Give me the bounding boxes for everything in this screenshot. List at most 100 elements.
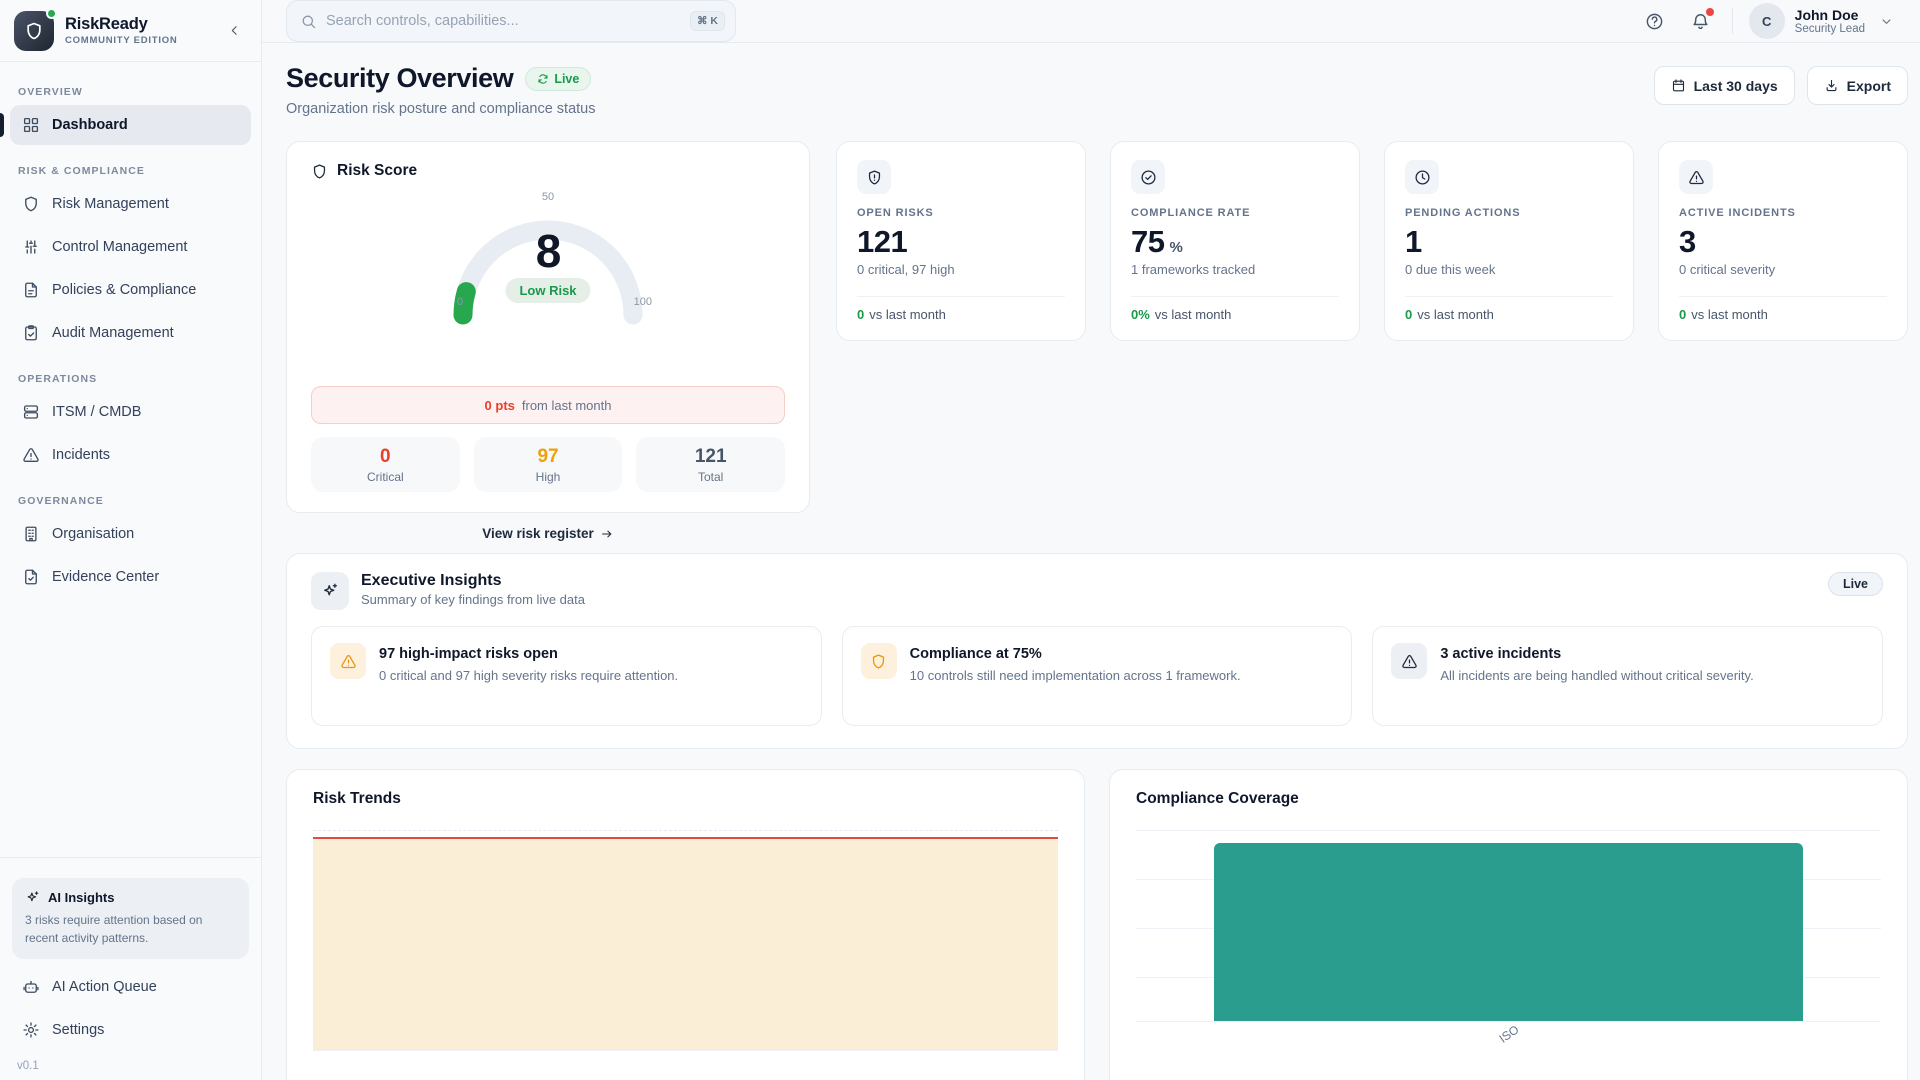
sidebar-item-control-management[interactable]: Control Management	[10, 227, 251, 267]
kpi-active-incidents[interactable]: ACTIVE INCIDENTS 3 0 critical severity 0…	[1658, 141, 1908, 341]
compliance-coverage-title: Compliance Coverage	[1136, 790, 1881, 808]
kpi-delta: 0	[1679, 307, 1686, 322]
stat-label: High	[474, 470, 623, 484]
nav-section-risk-compliance: RISK & COMPLIANCE	[18, 165, 243, 177]
insight-body: 0 critical and 97 high severity risks re…	[379, 667, 678, 685]
kpi-label: COMPLIANCE RATE	[1131, 207, 1339, 219]
insight-title: 3 active incidents	[1440, 643, 1753, 662]
sidebar-item-label: AI Action Queue	[52, 979, 157, 995]
app-version: v0.1	[17, 1060, 261, 1072]
kpi-delta-suffix: vs last month	[1691, 307, 1768, 322]
kpi-delta-suffix: vs last month	[1417, 307, 1494, 322]
stat-critical[interactable]: 0 Critical	[311, 437, 460, 492]
risk-score-column: Risk Score 50 0 100 8 Low Risk	[286, 141, 810, 541]
sidebar-item-audit-management[interactable]: Audit Management	[10, 313, 251, 353]
date-range-button[interactable]: Last 30 days	[1654, 66, 1795, 105]
stat-total[interactable]: 121 Total	[636, 437, 785, 492]
risk-score-header: Risk Score	[311, 162, 785, 180]
app-logo	[14, 11, 54, 51]
alert-triangle-icon	[330, 643, 366, 679]
grid-icon	[22, 116, 40, 134]
insight-high-impact-risks[interactable]: 97 high-impact risks open 0 critical and…	[311, 626, 822, 726]
sidebar-item-label: Risk Management	[52, 196, 169, 212]
circle-check-icon	[1131, 160, 1165, 194]
kpi-footer: 0 vs last month	[857, 296, 1065, 322]
building-icon	[22, 525, 40, 543]
ai-insights-body: 3 risks require attention based on recen…	[25, 912, 236, 947]
search-box[interactable]: ⌘ K	[286, 0, 736, 42]
kpi-unit: %	[1169, 239, 1182, 256]
sidebar-item-evidence-center[interactable]: Evidence Center	[10, 557, 251, 597]
export-button[interactable]: Export	[1807, 66, 1908, 105]
shield-icon	[861, 643, 897, 679]
insight-text: Compliance at 75% 10 controls still need…	[910, 643, 1241, 709]
sidebar-item-organisation[interactable]: Organisation	[10, 514, 251, 554]
stat-high[interactable]: 97 High	[474, 437, 623, 492]
kpi-delta: 0	[857, 307, 864, 322]
compliance-bar-iso[interactable]	[1214, 843, 1803, 1021]
insight-title: Compliance at 75%	[910, 643, 1241, 662]
calendar-icon	[1671, 78, 1686, 93]
kpi-open-risks[interactable]: OPEN RISKS 121 0 critical, 97 high 0vs l…	[836, 141, 1086, 341]
kpi-footer: 0 vs last month	[1679, 296, 1887, 322]
help-circle-icon	[1645, 12, 1664, 31]
sidebar-item-label: Dashboard	[52, 117, 128, 133]
risk-trends-card: Risk Trends	[286, 769, 1085, 1080]
user-name: John Doe	[1795, 7, 1865, 24]
kpi-value: 1	[1405, 224, 1422, 260]
chevron-down-icon	[1879, 14, 1894, 29]
kpi-pending-actions[interactable]: PENDING ACTIONS 1 0 due this week 0vs la…	[1384, 141, 1634, 341]
status-dot	[46, 8, 57, 19]
kpi-row: Risk Score 50 0 100 8 Low Risk	[286, 141, 1908, 541]
kpi-delta: 0%	[1131, 307, 1150, 322]
risk-trends-chart	[313, 824, 1058, 1059]
help-button[interactable]	[1640, 6, 1670, 36]
risk-score-value: 8	[438, 224, 658, 278]
kpi-value: 75	[1131, 224, 1164, 260]
insight-title: 97 high-impact risks open	[379, 643, 678, 662]
file-text-icon	[22, 281, 40, 299]
sidebar-item-dashboard[interactable]: Dashboard	[10, 105, 251, 145]
insight-active-incidents[interactable]: 3 active incidents All incidents are bei…	[1372, 626, 1883, 726]
kpi-compliance-rate[interactable]: COMPLIANCE RATE 75% 1 frameworks tracked…	[1110, 141, 1360, 341]
search-input[interactable]	[326, 13, 681, 29]
ai-insights-box[interactable]: AI Insights 3 risks require attention ba…	[12, 878, 249, 959]
compliance-coverage-card: Compliance Coverage ISO	[1109, 769, 1908, 1080]
user-menu[interactable]: C John Doe Security Lead	[1749, 3, 1894, 39]
search-icon	[300, 13, 317, 30]
app-edition: COMMUNITY EDITION	[65, 35, 178, 46]
view-risk-register-link[interactable]: View risk register	[286, 526, 810, 541]
search-shortcut-badge: ⌘ K	[690, 11, 725, 31]
kpi-delta-suffix: vs last month	[1155, 307, 1232, 322]
gauge-max-label: 100	[634, 296, 652, 308]
sparkles-icon	[311, 572, 349, 610]
sidebar-item-incidents[interactable]: Incidents	[10, 435, 251, 475]
kpi-label: PENDING ACTIONS	[1405, 207, 1613, 219]
notifications-button[interactable]	[1686, 6, 1716, 36]
kpi-label: OPEN RISKS	[857, 207, 1065, 219]
kpi-subtitle: 1 frameworks tracked	[1131, 262, 1339, 277]
dashboard-content: Security Overview Live Organization risk…	[262, 43, 1920, 1080]
sidebar-item-label: Organisation	[52, 526, 134, 542]
date-range-label: Last 30 days	[1694, 78, 1778, 94]
topbar-right: C John Doe Security Lead	[1640, 3, 1894, 39]
sidebar-item-settings[interactable]: Settings	[10, 1010, 251, 1050]
sidebar-collapse-button[interactable]	[221, 18, 247, 44]
clock-icon	[1405, 160, 1439, 194]
sidebar-footer: AI Insights 3 risks require attention ba…	[0, 857, 261, 1080]
alert-triangle-icon	[1391, 643, 1427, 679]
gear-icon	[22, 1021, 40, 1039]
sidebar-item-ai-action-queue[interactable]: AI Action Queue	[10, 967, 251, 1007]
sidebar-item-label: ITSM / CMDB	[52, 404, 141, 420]
insight-compliance[interactable]: Compliance at 75% 10 controls still need…	[842, 626, 1353, 726]
sidebar-item-policies-compliance[interactable]: Policies & Compliance	[10, 270, 251, 310]
topbar: ⌘ K C John Doe Security Lead	[262, 0, 1920, 43]
kpi-delta-suffix: vs last month	[869, 307, 946, 322]
download-icon	[1824, 78, 1839, 93]
sidebar-item-risk-management[interactable]: Risk Management	[10, 184, 251, 224]
risk-delta-label: from last month	[522, 398, 612, 413]
header-actions: Last 30 days Export	[1654, 63, 1908, 105]
sidebar-item-itsm-cmdb[interactable]: ITSM / CMDB	[10, 392, 251, 432]
kpi-footer: 0% vs last month	[1131, 296, 1339, 322]
page-subtitle: Organization risk posture and compliance…	[286, 101, 596, 117]
